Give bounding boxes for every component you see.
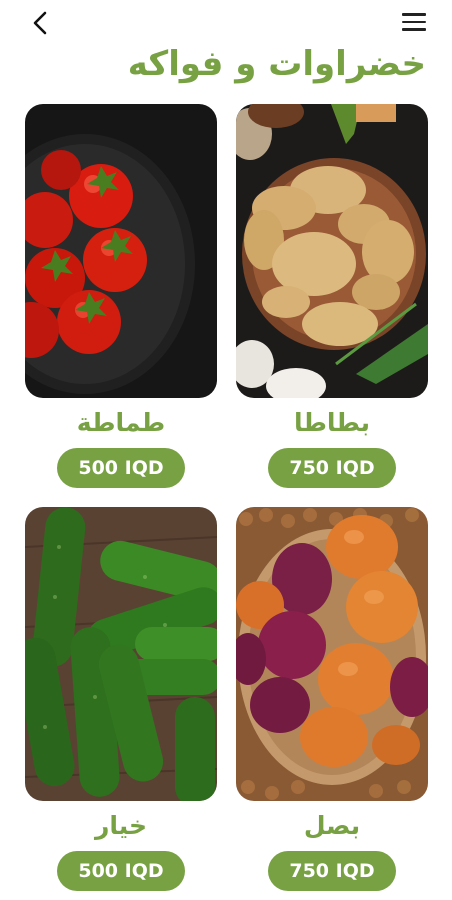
product-image-cucumbers[interactable] [25,507,217,801]
product-card-tomatoes[interactable]: طماطة 500 IQD [25,104,217,488]
menu-icon [402,13,426,16]
menu-button[interactable] [402,13,426,33]
back-button[interactable] [28,10,54,36]
product-image-potatoes[interactable] [236,104,428,398]
price-button-tomatoes[interactable]: 500 IQD [57,448,185,488]
product-image-onions[interactable] [236,507,428,801]
product-card-potatoes[interactable]: بطاطا 750 IQD [236,104,428,488]
product-image-tomatoes[interactable] [25,104,217,398]
product-card-onions[interactable]: بصل 750 IQD [236,507,428,891]
page-title: خضراوات و فواكه [127,44,426,84]
product-name-potatoes: بطاطا [293,408,371,437]
product-name-cucumbers: خيار [94,811,147,840]
price-button-onions[interactable]: 750 IQD [268,851,396,891]
arrow-back-icon [33,11,47,35]
price-button-cucumbers[interactable]: 500 IQD [57,851,185,891]
product-card-cucumbers[interactable]: خيار 500 IQD [25,507,217,891]
product-name-onions: بصل [303,811,361,840]
top-bar [0,0,452,48]
price-button-potatoes[interactable]: 750 IQD [268,448,396,488]
product-name-tomatoes: طماطة [76,408,166,437]
